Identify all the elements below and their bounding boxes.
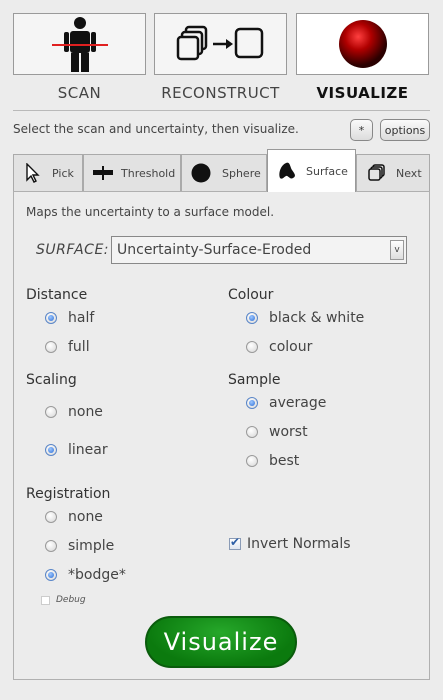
debug-option[interactable]: Debug: [41, 595, 86, 605]
scaling-none-label: none: [68, 404, 103, 420]
reconstruct-step-panel[interactable]: [154, 13, 287, 75]
distance-half-radio[interactable]: [45, 312, 57, 324]
tab-pick-label: Pick: [52, 166, 74, 180]
surface-select[interactable]: Uncertainty-Surface-Eroded v: [111, 236, 407, 264]
sample-best-option[interactable]: best: [246, 453, 299, 469]
person-scan-icon: [51, 17, 108, 72]
options-button[interactable]: options: [380, 119, 430, 141]
surface-label: SURFACE:: [36, 242, 110, 258]
registration-bodge-radio[interactable]: [45, 569, 57, 581]
star-button[interactable]: *: [350, 119, 373, 141]
registration-simple-radio[interactable]: [45, 540, 57, 552]
surface-tab-panel: [13, 191, 430, 680]
colour-colour-option[interactable]: colour: [246, 339, 312, 355]
registration-none-radio[interactable]: [45, 511, 57, 523]
surface-select-value: Uncertainty-Surface-Eroded: [117, 242, 312, 258]
sample-worst-radio[interactable]: [246, 426, 258, 438]
visualize-button[interactable]: Visualize: [145, 616, 297, 668]
stacked-squares-icon: [365, 162, 387, 184]
invert-normals-checkbox[interactable]: [229, 535, 241, 550]
tab-next[interactable]: Next: [356, 154, 430, 191]
debug-checkbox[interactable]: [41, 595, 50, 605]
colour-bw-radio[interactable]: [246, 312, 258, 324]
black-circle-icon: [190, 162, 212, 184]
sample-average-label: average: [269, 395, 327, 411]
colour-bw-label: black & white: [269, 310, 365, 326]
tab-threshold-label: Threshold: [121, 166, 176, 180]
colour-group-title: Colour: [228, 287, 274, 303]
reconstruct-icon: [176, 25, 263, 61]
red-sphere-icon: [338, 20, 387, 68]
scaling-linear-option[interactable]: linear: [45, 442, 108, 458]
sample-best-label: best: [269, 453, 300, 469]
sample-worst-label: worst: [269, 424, 308, 440]
sample-average-option[interactable]: average: [246, 395, 326, 411]
distance-full-radio[interactable]: [45, 341, 57, 353]
sample-group-title: Sample: [228, 372, 281, 388]
distance-group-title: Distance: [26, 287, 88, 303]
scaling-none-option[interactable]: none: [45, 404, 103, 420]
divider: [13, 110, 430, 111]
sample-best-radio[interactable]: [246, 455, 258, 467]
distance-half-option[interactable]: half: [45, 310, 94, 326]
tab-sphere[interactable]: Sphere: [181, 154, 267, 191]
visualize-step-label[interactable]: VISUALIZE: [296, 84, 429, 102]
scan-step-label[interactable]: SCAN: [13, 84, 146, 102]
reconstruct-step-label[interactable]: RECONSTRUCT: [154, 84, 287, 102]
debug-label: Debug: [56, 595, 86, 605]
instruction-text: Select the scan and uncertainty, then vi…: [13, 122, 299, 136]
invert-normals-label: Invert Normals: [247, 536, 351, 552]
registration-bodge-option[interactable]: *bodge*: [45, 567, 126, 583]
tab-next-label: Next: [396, 166, 422, 180]
scaling-none-radio[interactable]: [45, 406, 57, 418]
registration-none-label: none: [68, 509, 103, 525]
colour-colour-label: colour: [269, 339, 313, 355]
surface-blob-icon: [276, 160, 298, 182]
distance-half-label: half: [68, 310, 95, 326]
panel-description: Maps the uncertainty to a surface model.: [26, 205, 275, 219]
distance-full-label: full: [68, 339, 90, 355]
scaling-group-title: Scaling: [26, 372, 77, 388]
scan-step-panel[interactable]: [13, 13, 146, 75]
scaling-linear-radio[interactable]: [45, 444, 57, 456]
tab-surface[interactable]: Surface: [267, 149, 356, 192]
chevron-down-icon[interactable]: v: [390, 240, 404, 260]
tab-pick[interactable]: Pick: [13, 154, 83, 191]
registration-bodge-label: *bodge*: [68, 567, 126, 583]
tab-sphere-label: Sphere: [222, 166, 261, 180]
registration-none-option[interactable]: none: [45, 509, 103, 525]
visualize-step-panel[interactable]: [296, 13, 429, 75]
invert-normals-option[interactable]: Invert Normals: [229, 535, 351, 552]
registration-group-title: Registration: [26, 486, 111, 502]
cursor-arrow-icon: [22, 162, 44, 184]
sample-average-radio[interactable]: [246, 397, 258, 409]
tab-threshold[interactable]: Threshold: [83, 154, 181, 191]
scaling-linear-label: linear: [68, 442, 108, 458]
threshold-icon: [92, 162, 114, 184]
colour-bw-option[interactable]: black & white: [246, 310, 364, 326]
tab-surface-label: Surface: [306, 164, 348, 178]
sample-worst-option[interactable]: worst: [246, 424, 308, 440]
distance-full-option[interactable]: full: [45, 339, 90, 355]
registration-simple-label: simple: [68, 538, 115, 554]
registration-simple-option[interactable]: simple: [45, 538, 114, 554]
colour-colour-radio[interactable]: [246, 341, 258, 353]
